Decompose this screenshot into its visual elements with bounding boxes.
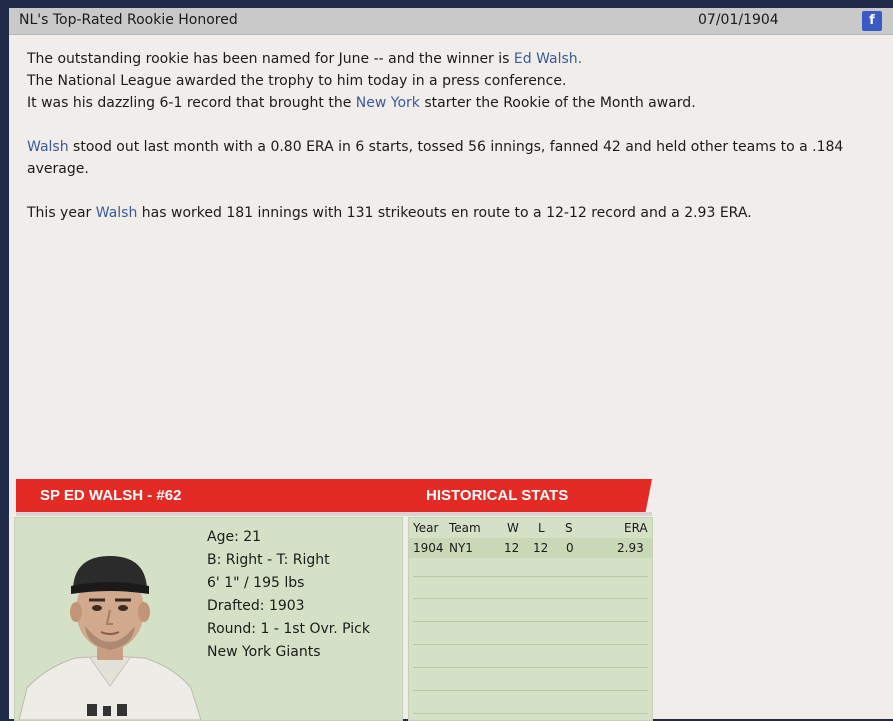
player-portrait <box>18 556 202 720</box>
cell-s: 0 <box>566 541 574 555</box>
player-bats-throws: B: Right - T: Right <box>207 552 330 568</box>
player-card-title-bar: SP ED WALSH - #62 HISTORICAL STATS <box>16 479 652 512</box>
team-link[interactable]: New York <box>356 95 420 111</box>
row-divider <box>413 667 648 668</box>
article-paragraph: This year Walsh has worked 181 innings w… <box>27 205 752 221</box>
historical-stats-table: Year Team W L S ERA 1904 NY1 12 12 0 2.9… <box>408 517 653 721</box>
article-body: The outstanding rookie has been named fo… <box>27 48 887 224</box>
row-divider <box>413 621 648 622</box>
player-info: Age: 21 B: Right - T: Right 6' 1" / 195 … <box>207 526 370 664</box>
cell-l: 12 <box>533 541 549 555</box>
cell-w: 12 <box>504 541 520 555</box>
player-team[interactable]: New York Giants <box>207 641 370 664</box>
card-divider <box>16 512 652 516</box>
player-height-weight: 6' 1" / 195 lbs <box>207 575 305 591</box>
player-card-name[interactable]: SP ED WALSH - #62 <box>40 487 181 504</box>
player-age: Age: 21 <box>207 529 262 545</box>
row-divider <box>413 576 648 577</box>
news-header: NL's Top-Rated Rookie Honored 07/01/1904… <box>9 8 893 35</box>
article-line: The National League awarded the trophy t… <box>27 73 567 89</box>
col-era-header[interactable]: ERA <box>624 521 648 535</box>
col-l-header[interactable]: L <box>538 521 545 535</box>
facebook-icon[interactable]: f <box>862 11 882 31</box>
table-row[interactable]: 1904 NY1 12 12 0 2.93 <box>409 540 652 558</box>
player-link[interactable]: Walsh <box>96 205 138 221</box>
player-bio: Age: 21 B: Right - T: Right 6' 1" / 195 … <box>14 517 403 721</box>
row-divider <box>413 690 648 691</box>
cell-era: 2.93 <box>617 541 644 555</box>
row-divider <box>413 644 648 645</box>
row-divider <box>413 713 648 714</box>
col-team-header[interactable]: Team <box>449 521 481 535</box>
stats-header-row: Year Team W L S ERA <box>409 520 652 538</box>
cell-team: NY1 <box>449 541 473 555</box>
cell-year: 1904 <box>413 541 444 555</box>
row-divider <box>413 598 648 599</box>
article-line: The outstanding rookie has been named fo… <box>27 51 583 67</box>
article-paragraph: Walsh stood out last month with a 0.80 E… <box>27 139 844 177</box>
col-year-header[interactable]: Year <box>413 521 438 535</box>
player-round: Round: 1 - 1st Ovr. Pick <box>207 621 370 637</box>
player-link[interactable]: Walsh <box>27 139 69 155</box>
historical-stats-title: HISTORICAL STATS <box>426 487 569 504</box>
col-s-header[interactable]: S <box>565 521 573 535</box>
player-drafted: Drafted: 1903 <box>207 598 305 614</box>
article-line: It was his dazzling 6-1 record that brou… <box>27 95 696 111</box>
news-panel: NL's Top-Rated Rookie Honored 07/01/1904… <box>9 8 893 721</box>
news-date: 07/01/1904 <box>698 12 779 28</box>
news-title: NL's Top-Rated Rookie Honored <box>19 12 238 28</box>
player-link[interactable]: Ed Walsh. <box>514 51 582 67</box>
col-w-header[interactable]: W <box>507 521 519 535</box>
